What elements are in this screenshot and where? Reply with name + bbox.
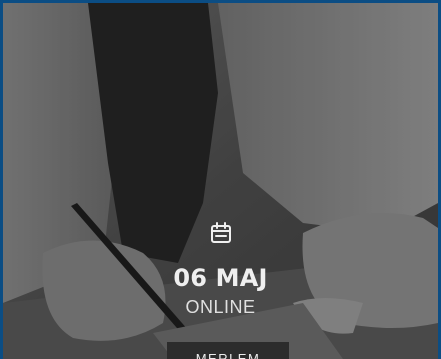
calendar-icon	[209, 221, 233, 245]
event-date: 06 MAJ	[173, 264, 268, 292]
event-location: ONLINE	[185, 297, 256, 317]
event-card[interactable]: 06 MAJ ONLINE MERLEM	[3, 3, 438, 359]
event-info: 06 MAJ ONLINE	[3, 221, 438, 318]
more-button[interactable]: MERLEM	[167, 342, 289, 359]
